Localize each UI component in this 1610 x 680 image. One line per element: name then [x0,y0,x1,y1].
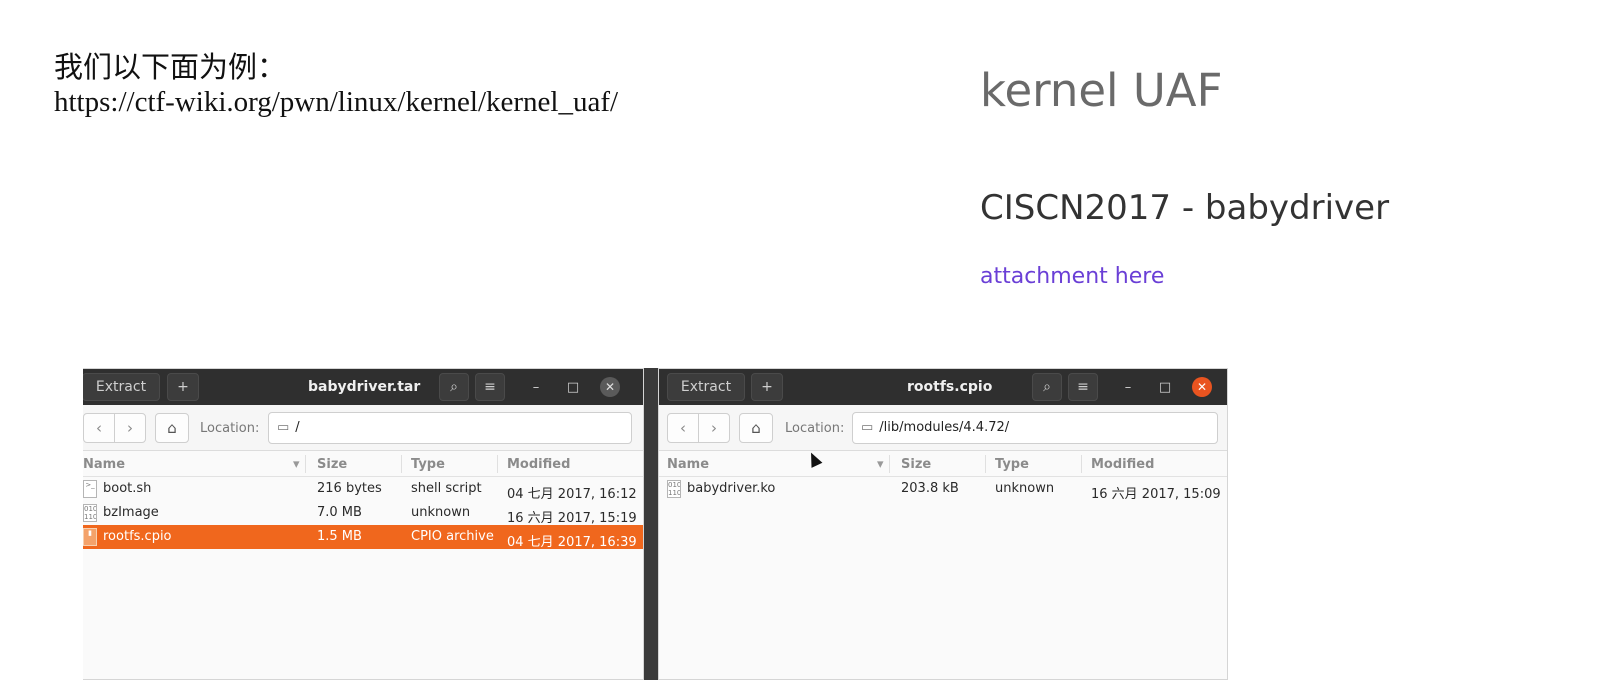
file-modified: 04 七月 2017, 16:12 [507,487,637,502]
reference-subtitle: CISCN2017 - babydriver [980,188,1390,228]
file-size: 216 bytes [317,481,382,496]
slide-url: https://ctf-wiki.org/pwn/linux/kernel/ke… [54,86,619,118]
menu-icon[interactable]: ≡ [475,373,505,401]
forward-icon[interactable]: › [698,413,730,443]
file-size: 1.5 MB [317,529,362,544]
window-gap [644,368,658,680]
home-icon[interactable]: ⌂ [155,413,189,443]
file-type: CPIO archive [411,529,494,544]
window-title: rootfs.cpio [907,379,993,395]
location-field[interactable]: ▭ / [268,412,632,444]
file-modified: 04 七月 2017, 16:39 [507,535,637,550]
file-name: boot.sh [103,481,152,496]
location-value: /lib/modules/4.4.72/ [879,420,1010,435]
home-icon[interactable]: ⌂ [739,413,773,443]
binary-file-icon: 010 110 101 [667,480,681,498]
location-label: Location: [200,421,260,436]
file-type: unknown [995,481,1055,496]
column-size[interactable]: Size [317,457,347,472]
forward-icon[interactable]: › [114,413,146,443]
file-row-babydriver-ko[interactable]: 010 110 101 babydriver.ko 203.8 kB unkno… [659,477,1227,502]
location-value: / [295,420,300,435]
script-file-icon: >_ [83,480,97,498]
back-icon[interactable]: ‹ [667,413,699,443]
titlebar: Extract + rootfs.cpio ⌕ ≡ – □ ✕ [659,369,1227,405]
column-header: Name ▾ Size Type Modified [659,451,1227,477]
sort-chevron-down-icon[interactable]: ▾ [877,457,884,472]
file-row-rootfs-cpio[interactable]: ▮ rootfs.cpio 1.5 MB CPIO archive 04 七月 … [83,525,643,550]
file-name: babydriver.ko [687,481,776,496]
archive-file-icon: ▮ [83,528,97,546]
column-name[interactable]: Name [83,457,125,472]
add-button[interactable]: + [167,373,199,401]
column-name[interactable]: Name [667,457,709,472]
extract-button[interactable]: Extract [667,373,745,401]
column-type[interactable]: Type [995,457,1029,472]
file-name: rootfs.cpio [103,529,172,544]
extract-button[interactable]: Extract [83,373,160,401]
column-type[interactable]: Type [411,457,445,472]
column-modified[interactable]: Modified [1091,457,1154,472]
slide-heading: 我们以下面为例： [54,50,287,84]
file-type: shell script [411,481,482,496]
location-bar: ‹ › ⌂ Location: ▭ / [83,405,643,451]
menu-icon[interactable]: ≡ [1068,373,1098,401]
location-bar: ‹ › ⌂ Location: ▭ /lib/modules/4.4.72/ [659,405,1227,451]
file-type: unknown [411,505,471,520]
column-size[interactable]: Size [901,457,931,472]
search-icon[interactable]: ⌕ [439,373,469,401]
maximize-icon[interactable]: □ [1155,377,1175,397]
file-size: 203.8 kB [901,481,959,496]
archive-window-rootfs: Extract + rootfs.cpio ⌕ ≡ – □ ✕ ‹ › ⌂ Lo… [658,368,1228,680]
column-modified[interactable]: Modified [507,457,570,472]
folder-icon: ▭ [861,420,874,435]
close-icon[interactable]: ✕ [1192,377,1212,397]
file-modified: 16 六月 2017, 15:19 [507,511,637,526]
add-button[interactable]: + [751,373,783,401]
binary-file-icon: 010 110 101 [83,504,97,522]
file-name: bzImage [103,505,159,520]
search-icon[interactable]: ⌕ [1032,373,1062,401]
titlebar: Extract + babydriver.tar ⌕ ≡ – □ ✕ [83,369,643,405]
location-field[interactable]: ▭ /lib/modules/4.4.72/ [852,412,1218,444]
attachment-link[interactable]: attachment here [980,264,1164,289]
file-modified: 16 六月 2017, 15:09 [1091,487,1221,502]
file-size: 7.0 MB [317,505,362,520]
back-icon[interactable]: ‹ [83,413,115,443]
file-row-boot-sh[interactable]: >_ boot.sh 216 bytes shell script 04 七月 … [83,477,643,502]
archive-window-babydriver: Extract + babydriver.tar ⌕ ≡ – □ ✕ ‹ › ⌂… [83,368,644,680]
sort-chevron-down-icon[interactable]: ▾ [293,457,300,472]
location-label: Location: [785,421,845,436]
minimize-icon[interactable]: – [526,377,546,397]
reference-title: kernel UAF [980,64,1223,117]
minimize-icon[interactable]: – [1118,377,1138,397]
column-header: Name ▾ Size Type Modified [83,451,643,477]
file-row-bzimage[interactable]: 010 110 101 bzImage 7.0 MB unknown 16 六月… [83,501,643,526]
maximize-icon[interactable]: □ [563,377,583,397]
close-icon[interactable]: ✕ [600,377,620,397]
folder-icon: ▭ [277,420,290,435]
window-title: babydriver.tar [308,379,421,395]
